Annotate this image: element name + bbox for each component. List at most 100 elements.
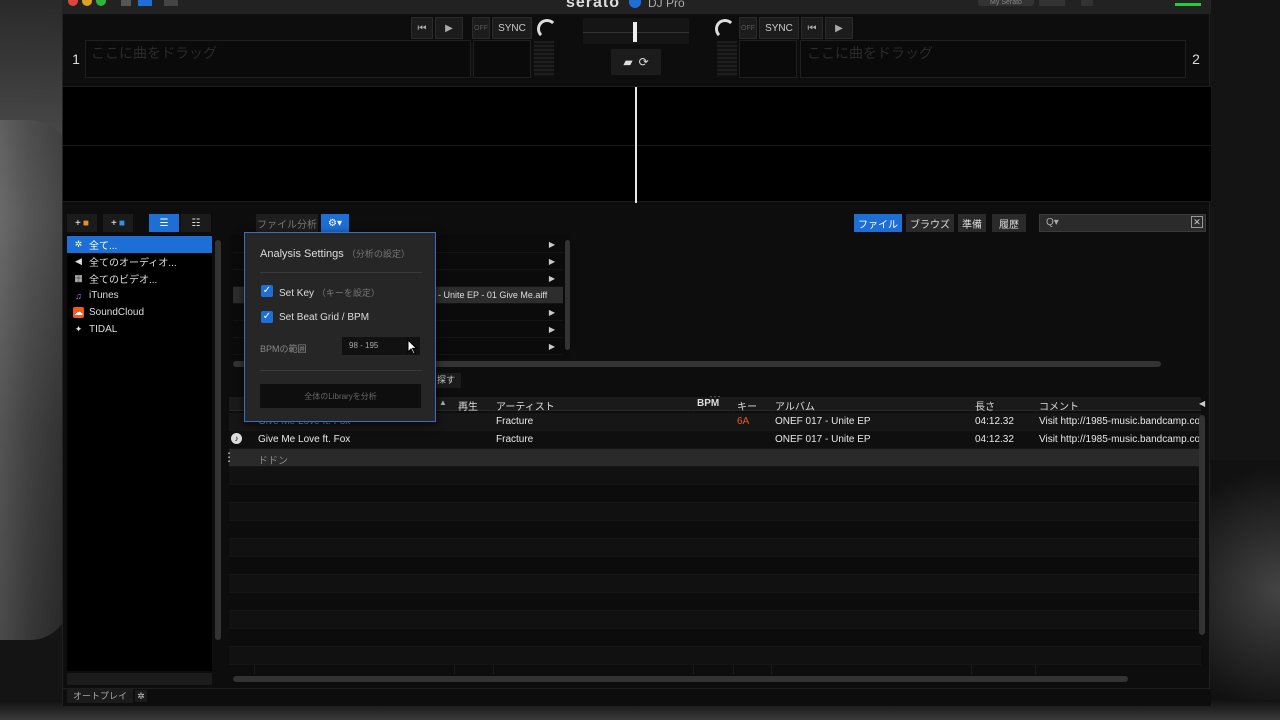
close-window-button[interactable] [68, 0, 78, 6]
search-input[interactable]: Q▾ [1039, 214, 1206, 232]
popup-title: Analysis Settings （分析の設定） [260, 248, 410, 260]
empty-row [229, 539, 1201, 557]
deck2-tempo-knob[interactable] [715, 19, 735, 39]
track-title: ドドン [258, 456, 288, 467]
fx-icon[interactable] [164, 0, 178, 6]
column-header-artist[interactable]: アーティスト [496, 398, 555, 413]
add-crate-button[interactable]: + ■ [67, 214, 97, 232]
sort-arrow-icon[interactable]: ▲ [439, 398, 447, 407]
track-artist: Fracture [496, 416, 534, 427]
gear-dropdown-icon: ⚙▾ [328, 217, 342, 229]
track-length: 04:12.32 [975, 434, 1014, 445]
record-icon[interactable] [121, 0, 131, 6]
tab-prepare[interactable]: 準備 [958, 214, 986, 232]
tab-files[interactable]: ファイル [854, 214, 902, 232]
sidebar-item-soundcloud[interactable]: ☁ SoundCloud [67, 304, 212, 321]
sidebar-item-itunes[interactable]: ♫ iTunes [67, 287, 212, 304]
empty-row [229, 503, 1201, 521]
sidebar-item-label: SoundCloud [89, 307, 145, 318]
column-header-bpm[interactable]: BPM [697, 398, 719, 409]
set-beatgrid-label: Set Beat Grid / BPM [279, 312, 370, 323]
column-header-comment[interactable]: コメント [1039, 398, 1079, 413]
deck1-artwork-slot [473, 40, 531, 78]
tab-browse[interactable]: ブラウズ [906, 214, 954, 232]
set-key-checkbox[interactable]: ✓ [261, 285, 273, 297]
crossfader-handle[interactable] [633, 22, 637, 42]
track-key: 6A [737, 416, 750, 427]
set-beatgrid-checkbox[interactable]: ✓ [261, 311, 273, 323]
detail-view-icon: ☷ [191, 217, 201, 229]
column-header-length[interactable]: 長さ [975, 398, 995, 413]
minimize-window-button[interactable] [82, 0, 92, 6]
deck1-sync-button[interactable]: SYNC [492, 17, 532, 39]
deck1-number: 1 [72, 51, 80, 67]
speaker-icon: ◀ [75, 256, 82, 266]
film-icon: ▦ [74, 273, 83, 283]
column-header-key[interactable]: キー [737, 398, 757, 413]
my-serato-button[interactable]: My Serato [978, 0, 1034, 6]
itunes-icon: ♫ [75, 290, 82, 301]
column-header-album[interactable]: アルバム [775, 398, 815, 413]
analyze-library-button[interactable]: 全体のLibraryを分析 [260, 384, 421, 408]
analysis-settings-button[interactable]: ⚙▾ [321, 214, 349, 232]
deck1-off-button[interactable]: OFF [472, 17, 490, 39]
deck2-number: 2 [1192, 51, 1200, 67]
sidebar-scrollbar[interactable] [215, 240, 221, 640]
column-options-icon[interactable]: ◀ [1199, 399, 1205, 408]
tracklist-horizontal-scrollbar[interactable] [233, 676, 1128, 682]
sidebar-item-all[interactable]: ✲ 全て... [67, 236, 212, 253]
settings-gear-icon[interactable] [1081, 0, 1093, 6]
sidebar-item-all-audio[interactable]: ◀ 全てのオーディオ... [67, 253, 212, 270]
deck2-artwork-slot [739, 40, 797, 78]
row-drag-handle[interactable]: ⋮ [223, 450, 235, 464]
product-name: DJ Pro [648, 0, 685, 10]
maximize-window-button[interactable] [96, 0, 106, 6]
cloud-status-icon: ♪ [231, 433, 242, 444]
selected-file-name: - Unite EP - 01 Give Me.aiff [438, 290, 548, 300]
deck1-previous-button[interactable]: ⏮ [411, 17, 433, 39]
background-photo-left [0, 120, 70, 640]
list-view-button[interactable]: ☰ [149, 214, 179, 232]
empty-row [229, 575, 1201, 593]
waveform-display[interactable] [63, 86, 1211, 203]
deck2-previous-button[interactable]: ⏮ [801, 17, 823, 39]
sidebar-item-all-video[interactable]: ▦ 全てのビデオ... [67, 270, 212, 287]
view-mode-icon[interactable] [138, 0, 152, 6]
track-artist: Fracture [496, 434, 534, 445]
search-clear-icon[interactable]: ✕ [1191, 216, 1203, 228]
list-view-icon: ☰ [159, 217, 169, 229]
browser-scrollbar[interactable] [565, 240, 570, 350]
deck2-play-button[interactable]: ▶ [825, 17, 853, 39]
autoplay-settings-icon[interactable]: ✲ [135, 690, 147, 702]
analyze-files-button[interactable]: ファイル分析 [256, 214, 318, 232]
deck1-tempo-knob[interactable] [537, 19, 557, 39]
track-album: ONEF 017 - Unite EP [775, 434, 871, 445]
autoplay-button[interactable]: オートプレイ [67, 689, 134, 703]
table-row[interactable]: ♪ Give Me Love ft. Fox Fracture ONEF 017… [229, 431, 1201, 449]
deck2-level-meter [717, 41, 737, 77]
mode-button[interactable] [1039, 0, 1065, 6]
tab-history[interactable]: 履歴 [992, 214, 1026, 232]
brand-dot-icon [629, 0, 641, 8]
track-comment: Visit http://1985-music.bandcamp.co [1039, 416, 1201, 427]
level-meter [1175, 3, 1201, 6]
deck1-play-button[interactable]: ▶ [435, 17, 463, 39]
sidebar-bottom-scroll[interactable] [67, 673, 212, 685]
track-album: ONEF 017 - Unite EP [775, 416, 871, 427]
column-header-play[interactable]: 再生 [458, 398, 478, 413]
detail-view-button[interactable]: ☷ [181, 214, 211, 232]
sidebar-item-label: 全て... [89, 241, 118, 252]
refresh-icon: ⟳ [638, 55, 649, 69]
sidebar-item-tidal[interactable]: ✦ TIDAL [67, 321, 212, 338]
tracklist-scrollbar[interactable] [1199, 415, 1205, 635]
soundcloud-icon: ☁ [73, 307, 84, 318]
sampler-toggle-button[interactable]: ▰ ⟳ [611, 49, 661, 75]
add-smart-crate-button[interactable]: + ■ [103, 214, 133, 232]
analysis-settings-popup: Analysis Settings （分析の設定） ✓ Set Key （キーを… [244, 232, 436, 422]
empty-row [229, 593, 1201, 611]
table-row-selected[interactable]: ⋮ ドドン [223, 449, 1201, 467]
deck2-sync-button[interactable]: SYNC [759, 17, 799, 39]
empty-row [229, 557, 1201, 575]
deck2-off-button[interactable]: OFF [739, 17, 757, 39]
serato-app-window: serato DJ Pro My Serato ⏮ ▶ OFF SYNC 1 こ… [62, 0, 1211, 706]
